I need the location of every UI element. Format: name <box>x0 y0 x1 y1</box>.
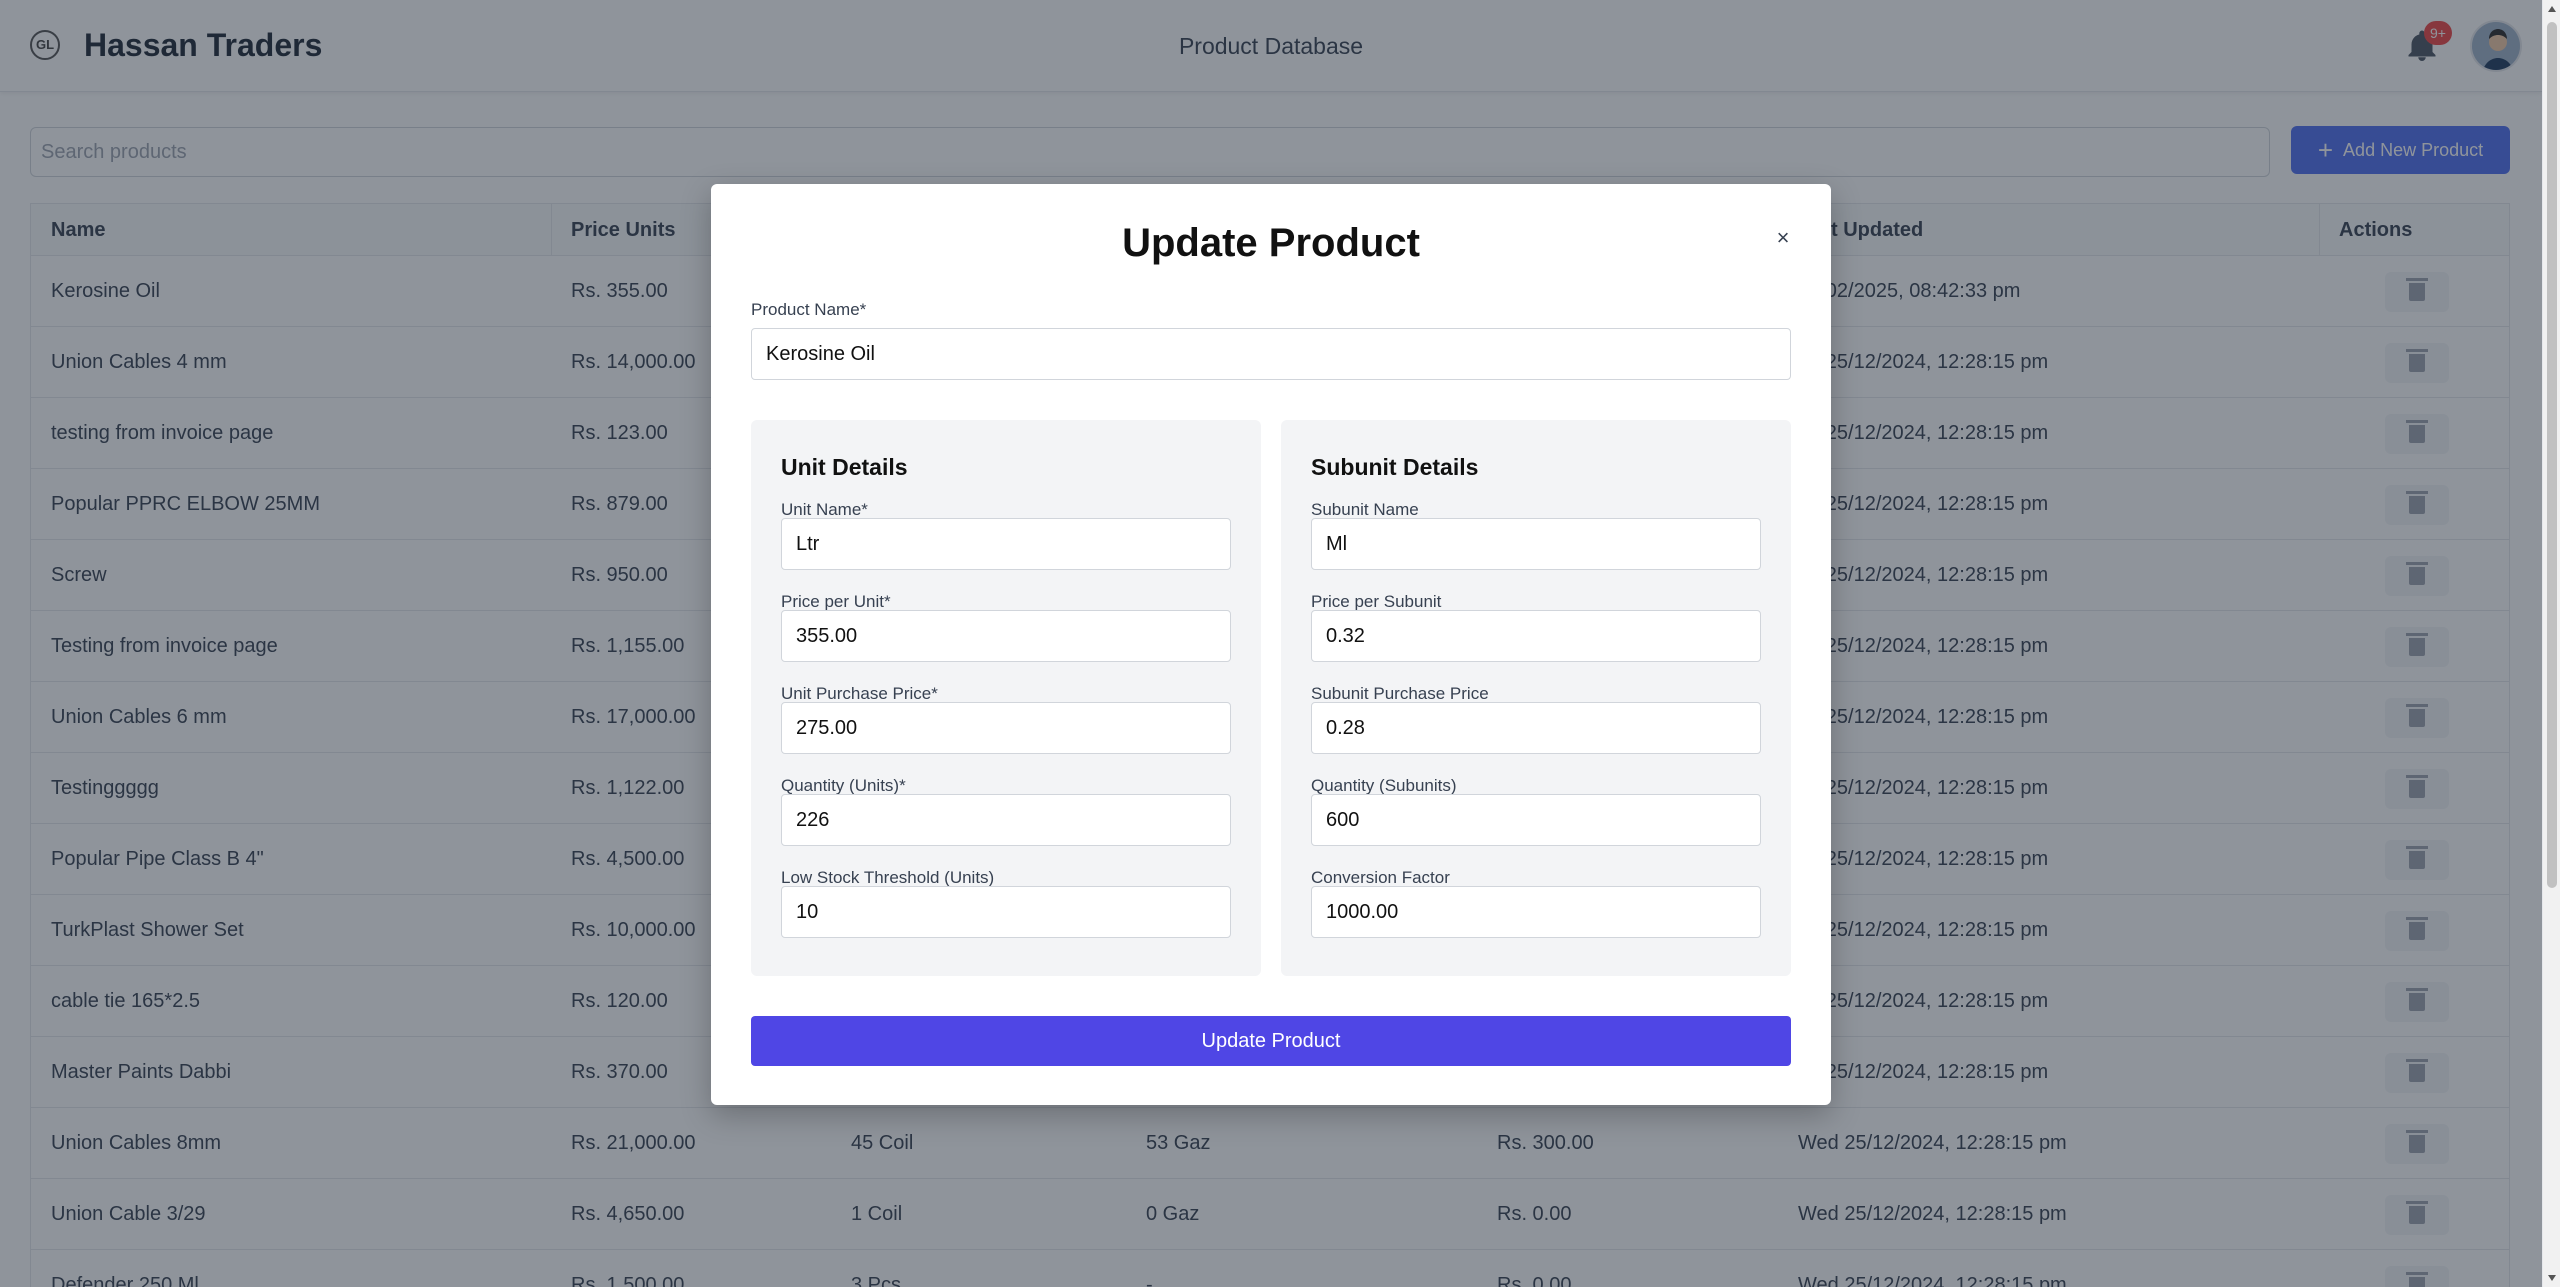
product-name-label: Product Name* <box>751 300 867 319</box>
unit-field-input[interactable]: 355.00 <box>781 610 1231 662</box>
unit-field-label: Unit Name* <box>781 500 868 519</box>
subunit-field-input[interactable]: 0.28 <box>1311 702 1761 754</box>
page-scrollbar[interactable] <box>2542 0 2560 1287</box>
update-product-modal: Update Product × Product Name* Kerosine … <box>711 184 1831 1105</box>
unit-field-label: Unit Purchase Price* <box>781 684 938 703</box>
product-name-input[interactable]: Kerosine Oil <box>751 328 1791 380</box>
subunit-field-label: Subunit Purchase Price <box>1311 684 1489 703</box>
unit-details-title: Unit Details <box>781 454 908 480</box>
scroll-up-arrow-icon[interactable] <box>2548 6 2556 12</box>
subunit-field-label: Conversion Factor <box>1311 868 1450 887</box>
unit-field-input[interactable]: 275.00 <box>781 702 1231 754</box>
subunit-details-panel: Subunit Details Subunit Name Ml Price per … <box>1281 420 1791 976</box>
unit-field-label: Low Stock Threshold (Units) <box>781 868 995 887</box>
subunit-field-input[interactable]: 1000.00 <box>1311 886 1761 938</box>
subunit-details-title: Subunit Details <box>1311 454 1479 480</box>
subunit-field-input[interactable]: 600 <box>1311 794 1761 846</box>
subunit-field-label: Subunit Name <box>1311 500 1419 519</box>
unit-field-label: Price per Unit* <box>781 592 891 611</box>
unit-field-input[interactable]: Ltr <box>781 518 1231 570</box>
close-icon[interactable]: × <box>1771 226 1795 250</box>
modal-title: Update Product <box>1122 221 1420 265</box>
unit-field-input[interactable]: 226 <box>781 794 1231 846</box>
subunit-field-label: Price per Subunit <box>1311 592 1442 611</box>
update-product-button[interactable]: Update Product <box>751 1016 1791 1066</box>
unit-field-label: Quantity (Units)* <box>781 776 906 795</box>
scroll-thumb[interactable] <box>2547 22 2557 888</box>
subunit-field-input[interactable]: 0.32 <box>1311 610 1761 662</box>
subunit-field-input[interactable]: Ml <box>1311 518 1761 570</box>
unit-details-panel: Unit Details Unit Name* Ltr Price per Unit… <box>751 420 1261 976</box>
subunit-field-label: Quantity (Subunits) <box>1311 776 1457 795</box>
scroll-down-arrow-icon[interactable] <box>2548 1275 2556 1281</box>
unit-field-input[interactable]: 10 <box>781 886 1231 938</box>
